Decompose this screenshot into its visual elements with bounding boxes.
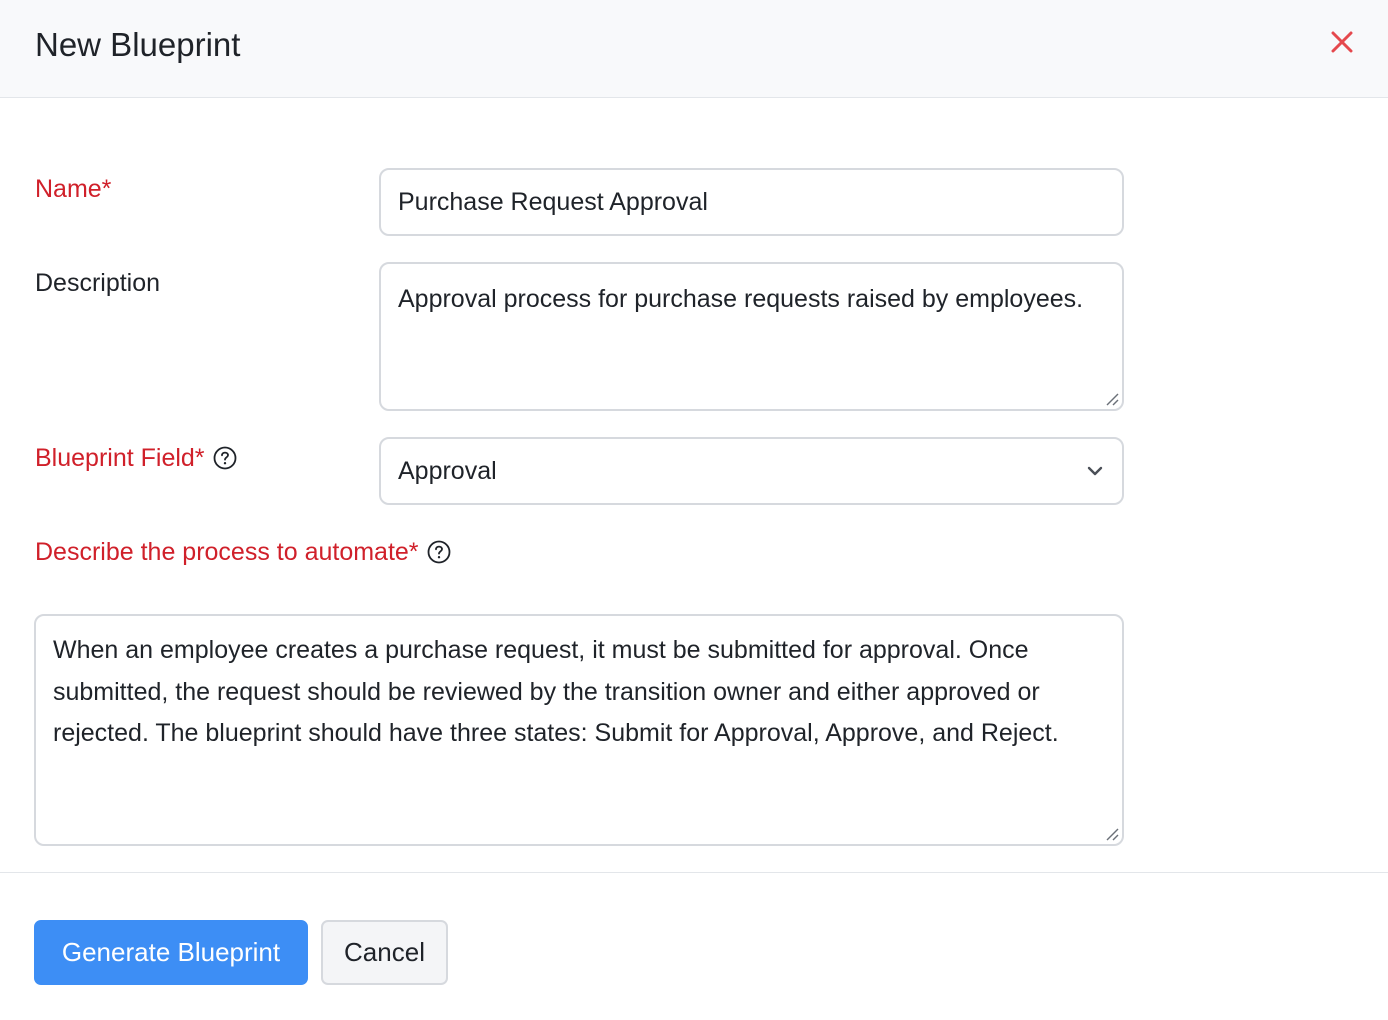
resize-grip-icon[interactable] <box>1104 826 1120 842</box>
chevron-down-icon <box>1087 466 1103 476</box>
name-input-value: Purchase Request Approval <box>398 187 708 216</box>
process-label-text: Describe the process to automate* <box>35 538 419 566</box>
blueprint-field-label-text: Blueprint Field* <box>35 444 205 472</box>
new-blueprint-dialog: New Blueprint Name* Purchase Request App… <box>0 0 1388 1020</box>
description-label: Description <box>35 268 160 298</box>
description-textarea[interactable]: Approval process for purchase requests r… <box>379 262 1124 411</box>
close-icon <box>1331 31 1353 53</box>
generate-blueprint-button[interactable]: Generate Blueprint <box>34 920 308 985</box>
name-label-text: Name* <box>35 175 112 203</box>
name-input[interactable]: Purchase Request Approval <box>379 168 1124 236</box>
generate-blueprint-button-label: Generate Blueprint <box>61 937 281 967</box>
process-textarea-value: When an employee creates a purchase requ… <box>53 636 1059 747</box>
cancel-button-label: Cancel <box>344 937 425 967</box>
blueprint-field-label: Blueprint Field* <box>35 443 237 473</box>
blueprint-field-selected-value: Approval <box>398 456 497 485</box>
cancel-button[interactable]: Cancel <box>321 920 448 985</box>
dialog-title: New Blueprint <box>35 26 241 63</box>
help-icon[interactable] <box>427 540 451 564</box>
process-textarea[interactable]: When an employee creates a purchase requ… <box>34 614 1124 846</box>
resize-grip-icon[interactable] <box>1104 391 1120 407</box>
description-textarea-value: Approval process for purchase requests r… <box>398 285 1084 313</box>
process-label: Describe the process to automate* <box>35 537 451 567</box>
footer-divider <box>0 872 1388 873</box>
description-label-text: Description <box>35 269 161 297</box>
blueprint-field-select[interactable]: Approval <box>379 437 1124 505</box>
name-label: Name* <box>35 174 111 204</box>
help-icon[interactable] <box>213 446 237 470</box>
dialog-header: New Blueprint <box>0 0 1388 98</box>
close-button[interactable] <box>1326 26 1358 58</box>
